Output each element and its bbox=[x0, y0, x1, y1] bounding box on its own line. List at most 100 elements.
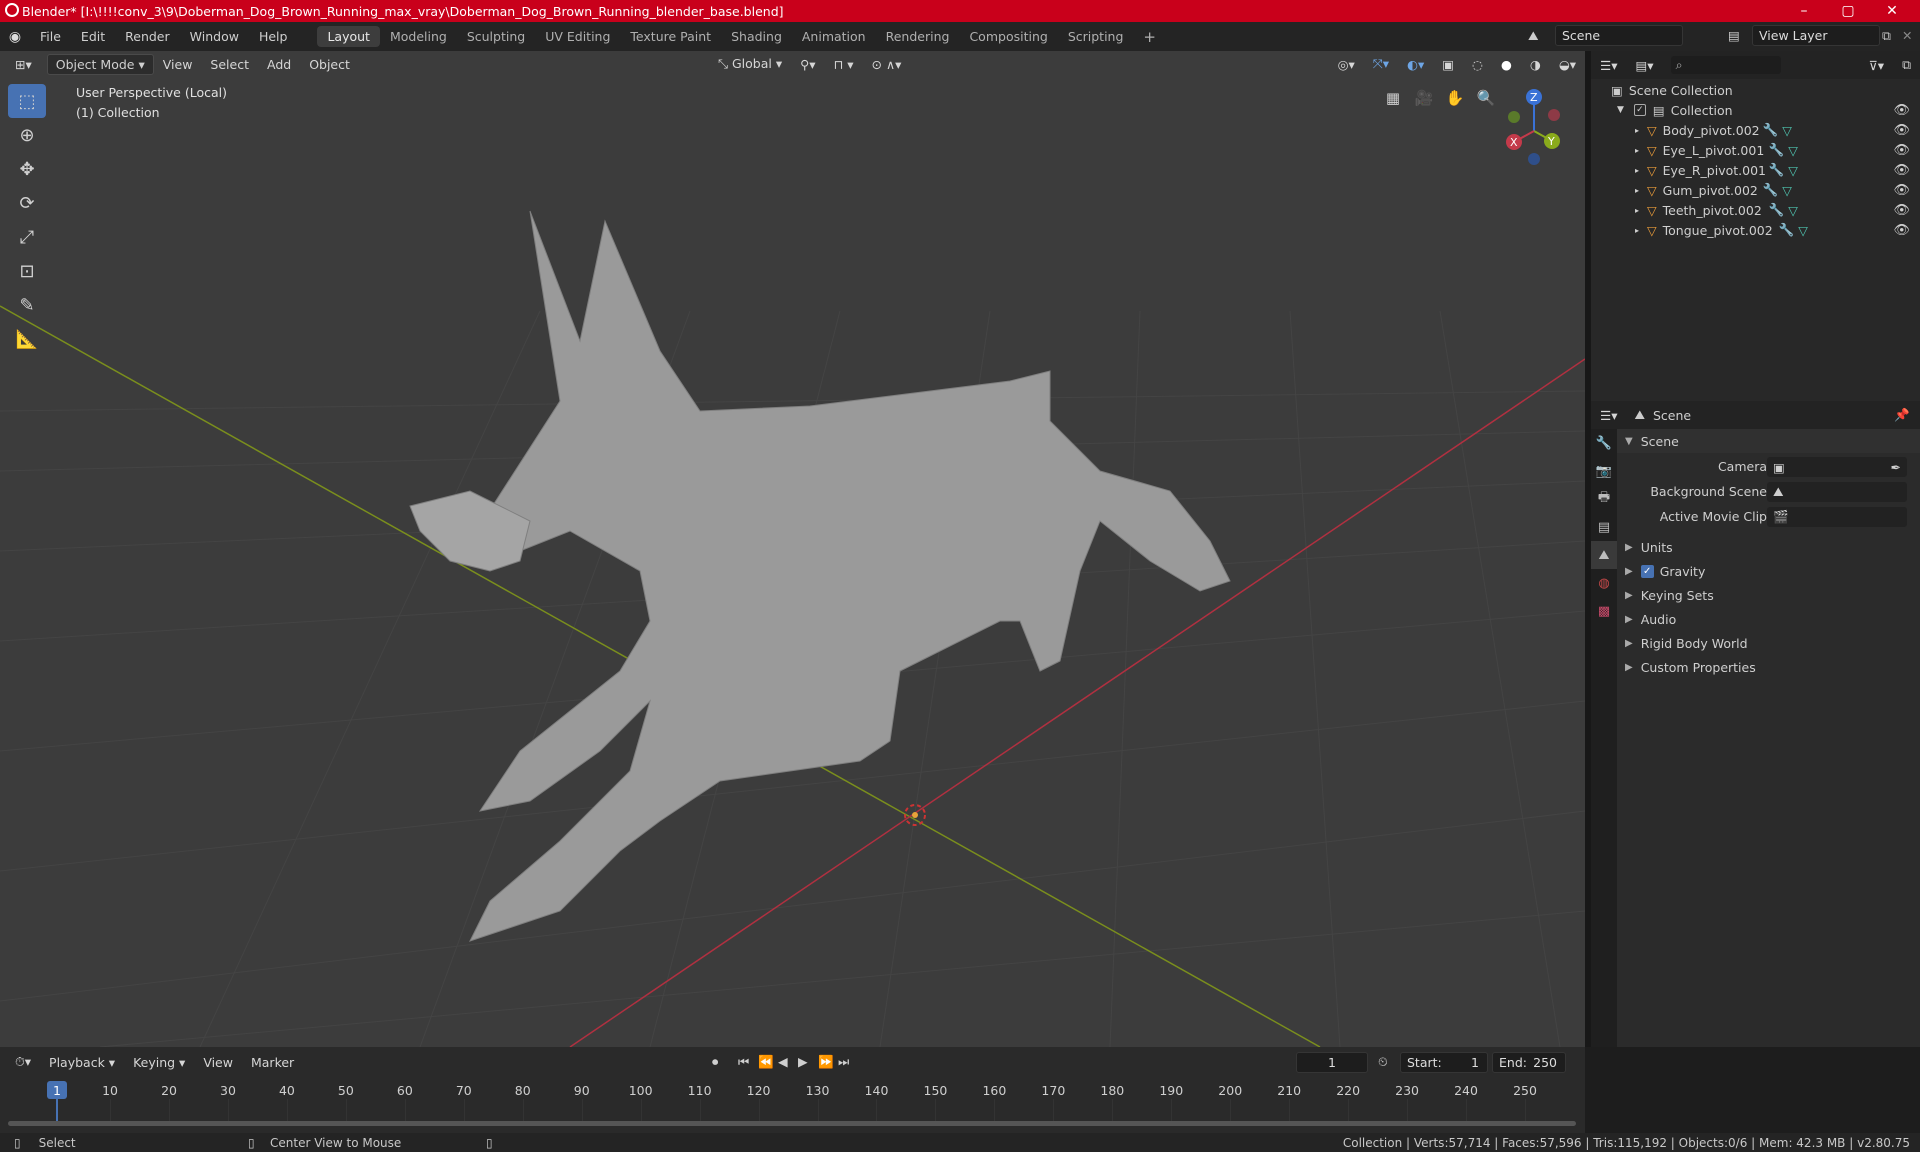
menu-file[interactable]: File bbox=[30, 29, 71, 44]
end-frame-field[interactable]: End: 250 bbox=[1492, 1052, 1566, 1073]
modifier-icon[interactable]: 🔧 bbox=[1763, 122, 1779, 138]
expand-icon[interactable]: ▸ bbox=[1635, 186, 1639, 195]
pan-view-icon[interactable]: ✋ bbox=[1442, 85, 1468, 111]
tab-sculpting[interactable]: Sculpting bbox=[457, 26, 535, 47]
menu-object[interactable]: Object bbox=[300, 55, 359, 74]
mesh-data-icon[interactable]: ▽ bbox=[1798, 223, 1808, 238]
world-tab-icon[interactable]: ◍ bbox=[1591, 569, 1617, 597]
eye-icon[interactable]: 👁 bbox=[1893, 183, 1910, 198]
mesh-data-icon[interactable]: ▽ bbox=[1782, 123, 1792, 138]
texture-tab-icon[interactable]: ▩ bbox=[1591, 597, 1617, 625]
mesh-data-icon[interactable]: ▽ bbox=[1788, 203, 1798, 218]
remove-view-layer-icon[interactable]: ✕ bbox=[1902, 28, 1912, 43]
expand-icon[interactable]: ▸ bbox=[1635, 146, 1639, 155]
eye-icon[interactable]: 👁 bbox=[1893, 143, 1910, 158]
gravity-panel[interactable]: ▶ ✓ Gravity bbox=[1617, 559, 1920, 583]
menu-window[interactable]: Window bbox=[180, 29, 249, 44]
timeline-editor-type-icon[interactable]: ⏱▾ bbox=[6, 1052, 40, 1072]
shading-rendered-icon[interactable]: ◒▾ bbox=[1550, 55, 1585, 74]
gizmo-toggle-icon[interactable]: ⤧▾ bbox=[1364, 54, 1398, 74]
timeline-scrollbar[interactable] bbox=[8, 1121, 1576, 1126]
scene-panel-header[interactable]: ▼ Scene bbox=[1617, 429, 1920, 453]
menu-marker[interactable]: Marker bbox=[242, 1053, 303, 1072]
menu-edit[interactable]: Edit bbox=[71, 29, 115, 44]
eyedropper-icon[interactable]: ✒ bbox=[1891, 460, 1901, 475]
new-view-layer-icon[interactable]: ⧉ bbox=[1882, 28, 1891, 44]
menu-keying[interactable]: Keying ▾ bbox=[124, 1053, 194, 1072]
select-box-icon[interactable]: ⬚ bbox=[8, 84, 46, 118]
clock-icon[interactable]: ⏲ bbox=[1378, 1054, 1388, 1070]
rigid-body-world-panel[interactable]: ▶ Rigid Body World bbox=[1617, 631, 1920, 655]
cursor-tool-icon[interactable]: ⊕ bbox=[8, 118, 46, 152]
annotate-tool-icon[interactable]: ✎ bbox=[8, 288, 46, 322]
move-tool-icon[interactable]: ✥ bbox=[8, 152, 46, 186]
menu-help[interactable]: Help bbox=[249, 29, 298, 44]
modifier-icon[interactable]: 🔧 bbox=[1779, 222, 1795, 238]
proportional-edit-icon[interactable]: ⊙ ∧▾ bbox=[863, 55, 911, 74]
scene-field[interactable]: Scene bbox=[1555, 25, 1683, 46]
menu-select[interactable]: Select bbox=[201, 55, 258, 74]
jump-start-icon[interactable]: ⏮ bbox=[738, 1054, 749, 1070]
pin-icon[interactable]: 📌 bbox=[1894, 407, 1910, 423]
start-frame-field[interactable]: Start: 1 bbox=[1400, 1052, 1488, 1073]
outliner-row-collection[interactable]: ▼ ✓ ▤ Collection 👁 bbox=[1591, 100, 1920, 120]
view-layer-tab-icon[interactable]: ▤ bbox=[1591, 513, 1617, 541]
audio-panel[interactable]: ▶ Audio bbox=[1617, 607, 1920, 631]
eye-icon[interactable]: 👁 bbox=[1893, 123, 1910, 138]
outliner-object-row[interactable]: ▸ ▽ Gum_pivot.002 🔧 ▽ 👁 bbox=[1591, 180, 1920, 200]
render-tab-icon[interactable]: 📷 bbox=[1591, 457, 1617, 485]
new-collection-icon[interactable]: ⧉ bbox=[1893, 55, 1920, 75]
tab-animation[interactable]: Animation bbox=[792, 26, 876, 47]
tab-scripting[interactable]: Scripting bbox=[1058, 26, 1134, 47]
expand-icon[interactable]: ▸ bbox=[1635, 126, 1639, 135]
expand-icon[interactable]: ▸ bbox=[1635, 206, 1639, 215]
outliner-object-row[interactable]: ▸ ▽ Tongue_pivot.002 🔧 ▽ 👁 bbox=[1591, 220, 1920, 240]
modifier-icon[interactable]: 🔧 bbox=[1763, 182, 1779, 198]
outliner-row-scene-collection[interactable]: ▣ Scene Collection bbox=[1591, 80, 1920, 100]
shading-solid-icon[interactable]: ● bbox=[1492, 55, 1521, 74]
record-icon[interactable]: ⏺ bbox=[712, 1054, 718, 1070]
output-tab-icon[interactable]: 🖶 bbox=[1591, 485, 1617, 513]
keying-sets-panel[interactable]: ▶ Keying Sets bbox=[1617, 583, 1920, 607]
eye-icon[interactable]: 👁 bbox=[1893, 203, 1910, 218]
outliner-editor-type-icon[interactable]: ☰▾ bbox=[1591, 56, 1626, 75]
blender-menu-icon[interactable]: ◉ bbox=[0, 22, 30, 51]
jump-end-icon[interactable]: ⏭ bbox=[838, 1054, 849, 1070]
scene-tab-icon[interactable]: ⛰ bbox=[1591, 541, 1617, 569]
collapse-icon[interactable]: ▼ bbox=[1617, 105, 1624, 115]
measure-tool-icon[interactable]: 📐 bbox=[8, 322, 46, 356]
tab-modeling[interactable]: Modeling bbox=[380, 26, 457, 47]
outliner-search-field[interactable]: ⌕ bbox=[1670, 56, 1781, 74]
transform-tool-icon[interactable]: ⊡ bbox=[8, 254, 46, 288]
menu-view[interactable]: View bbox=[154, 55, 202, 74]
custom-properties-panel[interactable]: ▶ Custom Properties bbox=[1617, 655, 1920, 679]
modifier-icon[interactable]: 🔧 bbox=[1769, 142, 1785, 158]
menu-timeline-view[interactable]: View bbox=[194, 1053, 242, 1072]
properties-editor-type-icon[interactable]: ☰▾ bbox=[1591, 406, 1626, 425]
active-movie-clip-field[interactable]: 🎬 bbox=[1767, 507, 1907, 527]
jump-keyframe-forward-icon[interactable]: ⏩ bbox=[818, 1054, 834, 1070]
menu-render[interactable]: Render bbox=[115, 29, 180, 44]
zoom-view-icon[interactable]: 🔍 bbox=[1473, 85, 1499, 111]
rotate-tool-icon[interactable]: ⟳ bbox=[8, 186, 46, 220]
view-layer-icon[interactable]: ▤ bbox=[1728, 28, 1740, 43]
scene-selector-icon[interactable]: ⛰ bbox=[1528, 28, 1539, 44]
tab-rendering[interactable]: Rendering bbox=[876, 26, 960, 47]
menu-add[interactable]: Add bbox=[258, 55, 300, 74]
scale-tool-icon[interactable]: ⤢ bbox=[8, 220, 46, 254]
mesh-data-icon[interactable]: ▽ bbox=[1782, 183, 1792, 198]
tab-shading[interactable]: Shading bbox=[721, 26, 792, 47]
display-mode-icon[interactable]: ▤▾ bbox=[1626, 56, 1662, 75]
tab-compositing[interactable]: Compositing bbox=[959, 26, 1057, 47]
xray-icon[interactable]: ▣ bbox=[1433, 55, 1463, 74]
filter-icon[interactable]: ⊽▾ bbox=[1860, 56, 1893, 75]
camera-view-icon[interactable]: 🎥 bbox=[1411, 85, 1437, 111]
mesh-data-icon[interactable]: ▽ bbox=[1788, 163, 1798, 178]
view-layer-field[interactable]: View Layer bbox=[1752, 25, 1880, 46]
eye-icon[interactable]: 👁 bbox=[1893, 223, 1910, 238]
mode-dropdown[interactable]: Object Mode ▾ bbox=[46, 53, 154, 75]
pivot-point-icon[interactable]: ⚲▾ bbox=[791, 55, 824, 74]
shading-wireframe-icon[interactable]: ◌ bbox=[1463, 55, 1492, 74]
modifier-icon[interactable]: 🔧 bbox=[1769, 162, 1785, 178]
minimize-button[interactable]: – bbox=[1782, 0, 1826, 22]
